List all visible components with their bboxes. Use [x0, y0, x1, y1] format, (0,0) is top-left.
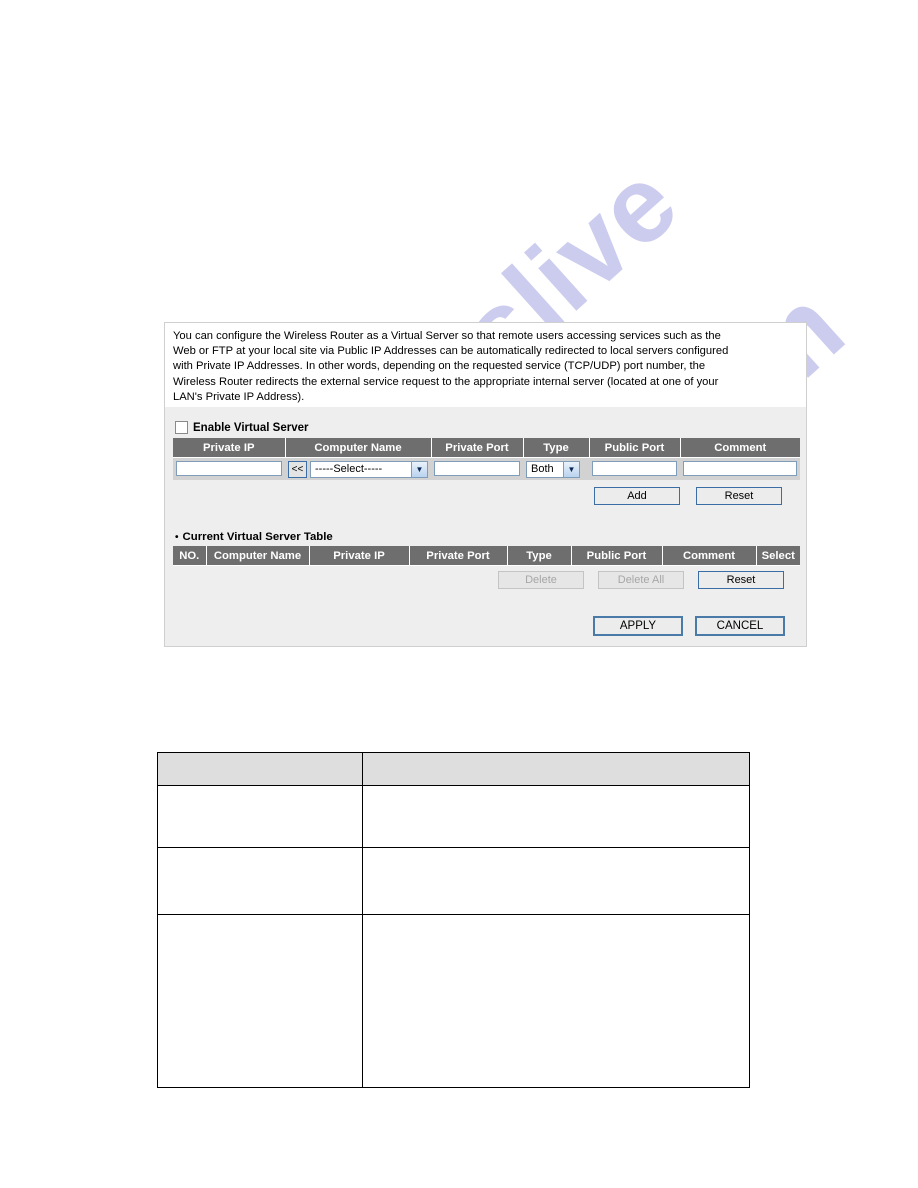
intro-line-1: You can configure the Wireless Router as… — [173, 330, 721, 342]
intro-line-3: with Private IP Addresses. In other word… — [173, 360, 706, 373]
current-header-select: Select — [756, 546, 800, 567]
type-selected-value: Both — [531, 463, 554, 476]
entry-table-header-row: Private IP Computer Name Private Port Ty… — [173, 438, 800, 459]
delete-all-button[interactable]: Delete All — [598, 571, 684, 590]
current-table-title-text: Current Virtual Server Table — [182, 531, 333, 544]
doc-cell-description — [361, 785, 751, 848]
cell-private-ip — [173, 457, 285, 481]
add-button[interactable]: Add — [594, 487, 680, 506]
current-header-no: NO. — [173, 546, 207, 567]
current-header-public-port: Public Port — [571, 546, 663, 567]
cell-public-port — [589, 457, 680, 481]
reset-entry-button[interactable]: Reset — [696, 487, 782, 506]
private-ip-input[interactable] — [176, 461, 282, 477]
entry-header-private-ip: Private IP — [173, 438, 286, 459]
table-row — [157, 847, 751, 915]
bullet-icon: • — [175, 531, 179, 543]
computer-name-selected-value: -----Select----- — [315, 463, 383, 476]
doc-table-header-row — [157, 752, 751, 786]
current-table-title: • Current Virtual Server Table — [175, 531, 798, 543]
doc-cell-parameter — [157, 785, 363, 848]
computer-name-select[interactable]: -----Select----- ▼ — [310, 460, 428, 478]
entry-header-type: Type — [523, 438, 590, 459]
type-select[interactable]: Both ▼ — [526, 460, 580, 478]
cell-comment — [680, 457, 800, 481]
entry-header-computer-name: Computer Name — [285, 438, 432, 459]
enable-virtual-server-label: Enable Virtual Server — [193, 421, 309, 434]
table-row — [157, 785, 751, 848]
doc-cell-parameter — [157, 914, 363, 1088]
intro-line-2: Web or FTP at your local site via Public… — [173, 345, 729, 358]
comment-input[interactable] — [683, 461, 797, 477]
entry-action-buttons: Add Reset — [173, 487, 798, 506]
doc-cell-description — [361, 847, 751, 915]
private-port-input[interactable] — [434, 461, 520, 477]
intro-description: You can configure the Wireless Router as… — [165, 323, 806, 408]
current-header-computer-name: Computer Name — [206, 546, 310, 567]
delete-button[interactable]: Delete — [498, 571, 584, 590]
current-table-header-row: NO. Computer Name Private IP Private Por… — [173, 546, 800, 567]
entry-table-input-row: << -----Select----- ▼ Both ▼ — [173, 457, 800, 481]
doc-header-description — [361, 752, 751, 786]
public-port-input[interactable] — [592, 461, 677, 477]
doc-table-body — [157, 785, 751, 1088]
footer-action-buttons: APPLY CANCEL — [173, 616, 798, 637]
current-header-private-ip: Private IP — [309, 546, 410, 567]
reset-table-button[interactable]: Reset — [698, 571, 784, 590]
cancel-button[interactable]: CANCEL — [695, 616, 785, 637]
virtual-server-panel: You can configure the Wireless Router as… — [164, 322, 807, 647]
chevron-down-icon: ▼ — [563, 461, 579, 477]
current-header-private-port: Private Port — [409, 546, 508, 567]
doc-cell-parameter — [157, 847, 363, 915]
cell-type: Both ▼ — [523, 457, 589, 481]
current-header-type: Type — [507, 546, 572, 567]
intro-line-5: LAN's Private IP Address). — [173, 390, 305, 403]
intro-line-4: Wireless Router redirects the external s… — [173, 375, 719, 388]
enable-virtual-server-row[interactable]: Enable Virtual Server — [175, 421, 798, 435]
doc-cell-description — [361, 914, 751, 1088]
current-table-action-buttons: Delete Delete All Reset — [173, 571, 798, 590]
pick-computer-button[interactable]: << — [288, 460, 307, 478]
current-virtual-server-table: NO. Computer Name Private IP Private Por… — [173, 546, 800, 567]
chevron-down-icon: ▼ — [411, 461, 427, 477]
enable-virtual-server-checkbox[interactable] — [175, 421, 188, 435]
entry-header-comment: Comment — [680, 438, 800, 459]
cell-private-port — [431, 457, 523, 481]
cell-computer-name: << -----Select----- ▼ — [285, 457, 431, 481]
doc-header-parameter — [157, 752, 363, 786]
apply-button[interactable]: APPLY — [593, 616, 683, 637]
entry-header-public-port: Public Port — [589, 438, 681, 459]
parameter-description-table — [157, 752, 751, 1088]
virtual-server-entry-table: Private IP Computer Name Private Port Ty… — [173, 438, 800, 481]
table-row — [157, 914, 751, 1088]
current-header-comment: Comment — [662, 546, 757, 567]
entry-header-private-port: Private Port — [431, 438, 524, 459]
